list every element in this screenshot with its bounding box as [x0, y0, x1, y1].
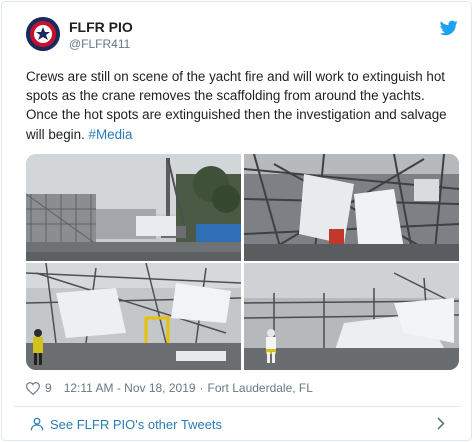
- meta-separator: ·: [199, 381, 204, 395]
- tweet-metadata: 9 12:11 AM - Nov 18, 2019 · Fort Lauderd…: [26, 380, 313, 396]
- photo-firefighter-debris[interactable]: [26, 263, 241, 370]
- author-handle[interactable]: @FLFR411: [69, 37, 130, 51]
- media-grid: [26, 154, 459, 370]
- like-count[interactable]: 9: [45, 381, 52, 395]
- see-other-tweets-label[interactable]: See FLFR PIO's other Tweets: [50, 417, 222, 432]
- photo-crane-dock[interactable]: [26, 154, 241, 261]
- fire-rescue-badge-icon: [26, 17, 60, 51]
- author-name[interactable]: FLFR PIO: [69, 19, 133, 35]
- person-icon: [30, 417, 44, 431]
- tweet-location[interactable]: Fort Lauderdale, FL: [208, 381, 313, 395]
- twitter-bird-icon[interactable]: [440, 20, 458, 36]
- hashtag-link[interactable]: #Media: [89, 127, 133, 142]
- avatar[interactable]: [26, 17, 60, 51]
- chevron-right-icon[interactable]: [437, 417, 445, 430]
- tweet-timestamp[interactable]: 12:11 AM - Nov 18, 2019: [64, 381, 196, 395]
- photo-hazmat-worker[interactable]: [244, 263, 459, 370]
- heart-icon[interactable]: [26, 381, 40, 395]
- divider: [14, 406, 461, 407]
- photo-scaffolding-debris[interactable]: [244, 154, 459, 261]
- see-other-tweets-link[interactable]: See FLFR PIO's other Tweets: [16, 411, 463, 437]
- tweet-card: FLFR PIO @FLFR411 Crews are still on sce…: [1, 1, 472, 441]
- tweet-text: Crews are still on scene of the yacht fi…: [26, 67, 456, 144]
